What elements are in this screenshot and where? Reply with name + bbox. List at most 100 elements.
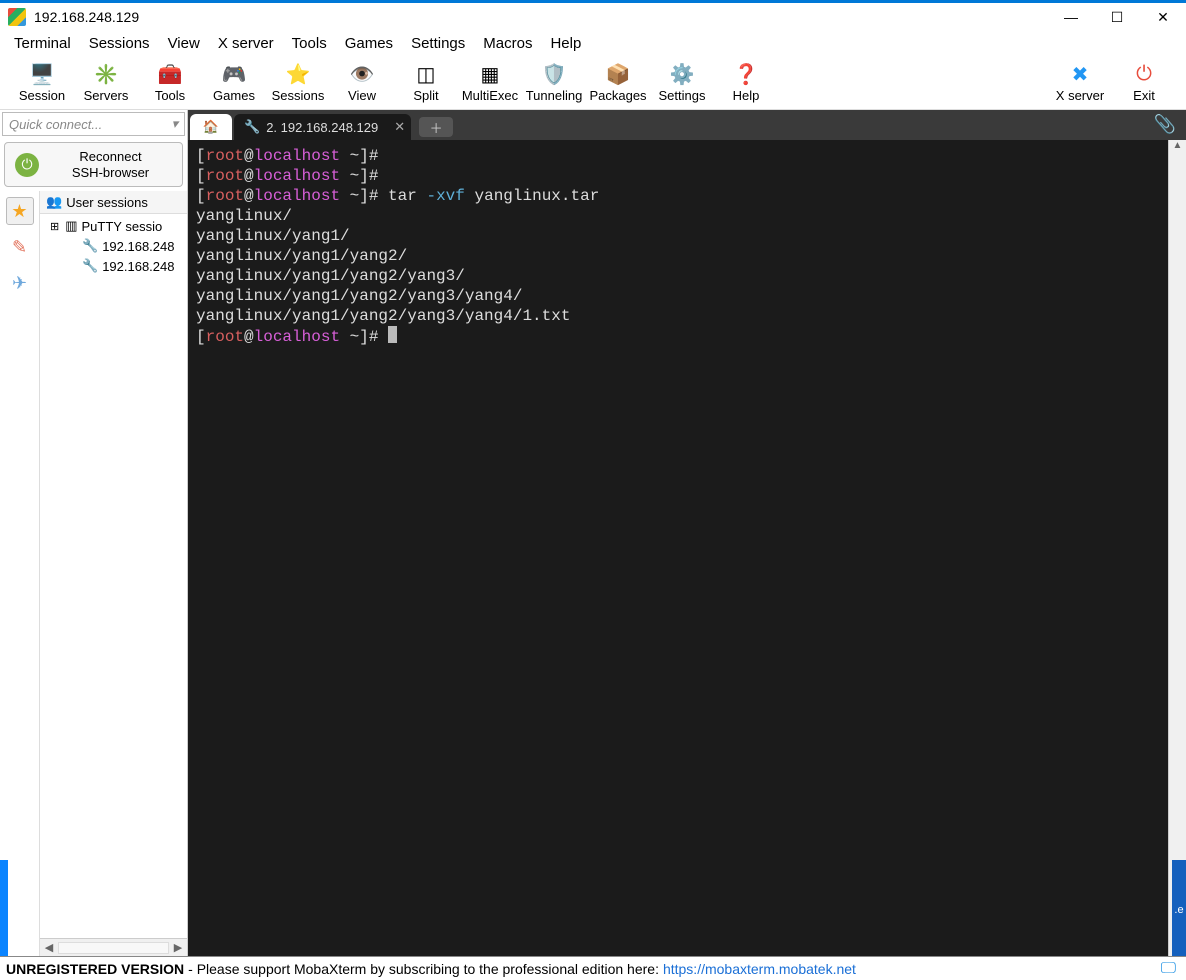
menu-x-server[interactable]: X server xyxy=(218,35,274,52)
tab-session[interactable]: 🔧 2. 192.168.248.129 ✕ xyxy=(234,114,411,140)
statusbar: UNREGISTERED VERSION - Please support Mo… xyxy=(0,956,1186,980)
scroll-left-icon[interactable]: ◀ xyxy=(40,941,58,954)
send-icon[interactable]: ✈ xyxy=(6,269,34,297)
menu-terminal[interactable]: Terminal xyxy=(14,35,71,52)
tool-split[interactable]: ◫Split xyxy=(394,60,458,105)
tool-label: Servers xyxy=(84,88,129,103)
menubar: Terminal Sessions View X server Tools Games Se… xyxy=(0,31,1186,58)
tool-label: Tools xyxy=(155,88,185,103)
tool-view[interactable]: 👁️ View xyxy=(330,60,394,105)
minimize-button[interactable]: — xyxy=(1048,3,1094,31)
tab-home[interactable]: 🏠 xyxy=(190,114,232,140)
tree-item[interactable]: 🔧192.168.248 xyxy=(40,256,187,276)
tool-multiexec[interactable]: ▦ MultiExec xyxy=(458,60,522,105)
session-icon: ▥ xyxy=(65,218,77,234)
tool-tools[interactable]: 🧰 Tools xyxy=(138,60,202,105)
tree-item-label: 192.168.248 xyxy=(102,259,174,274)
x-server-icon: ✖ xyxy=(1066,62,1094,86)
terminal[interactable]: [root@localhost ~]# [root@localhost ~]# … xyxy=(188,140,1168,956)
menu-games[interactable]: Games xyxy=(345,35,393,52)
tabstrip: 🏠 🔧 2. 192.168.248.129 ✕ ＋ 📎 xyxy=(188,110,1186,140)
session-icon: 🖥️ xyxy=(28,62,56,86)
app-icon xyxy=(8,8,26,26)
maximize-button[interactable]: ☐ xyxy=(1094,3,1140,31)
tool-label: Help xyxy=(733,88,760,103)
tree-item[interactable]: 🔧192.168.248 xyxy=(40,236,187,256)
tool-games[interactable]: 🎮 Games xyxy=(202,60,266,105)
content-area: 🏠 🔧 2. 192.168.248.129 ✕ ＋ 📎 [root@local… xyxy=(188,110,1186,956)
tool-label: Sessions xyxy=(272,88,325,103)
tool-label: Games xyxy=(213,88,255,103)
monitor-icon[interactable]: 🖵 xyxy=(1161,960,1180,978)
exit-icon: ⏻ xyxy=(1130,62,1158,86)
folder-icon: 👥 xyxy=(46,194,62,210)
tree-item-label: PuTTY sessio xyxy=(82,219,163,234)
tools-icon[interactable]: ✎ xyxy=(6,233,34,261)
reconnect-label-1: Reconnect xyxy=(49,149,172,165)
paperclip-icon[interactable]: 📎 xyxy=(1154,114,1176,135)
games-icon: 🎮 xyxy=(220,62,248,86)
menu-macros[interactable]: Macros xyxy=(483,35,532,52)
tool-packages[interactable]: 📦 Packages xyxy=(586,60,650,105)
window-title: 192.168.248.129 xyxy=(34,9,139,25)
tool-sessions[interactable]: ⭐ Sessions xyxy=(266,60,330,105)
menu-view[interactable]: View xyxy=(168,35,200,52)
tools-icon: 🧰 xyxy=(156,62,184,86)
session-icon: 🔧 xyxy=(82,238,98,254)
tool-label: Session xyxy=(19,88,65,103)
packages-icon: 📦 xyxy=(604,62,632,86)
tab-new[interactable]: ＋ xyxy=(419,117,453,137)
menu-sessions[interactable]: Sessions xyxy=(89,35,150,52)
power-icon: ⏻ xyxy=(15,153,39,177)
toolbar: 🖥️ Session ✳️Servers 🧰 Tools 🎮 Games ⭐ Sessions 👁… xyxy=(0,58,1186,110)
tool-exit[interactable]: ⏻ Exit xyxy=(1112,60,1176,105)
tool-label: Exit xyxy=(1133,88,1155,103)
tool-label: MultiExec xyxy=(462,88,518,103)
help-icon: ❓ xyxy=(732,62,760,86)
reconnect-label-2: SSH-browser xyxy=(49,165,172,181)
tool-label: X server xyxy=(1056,88,1104,103)
horizontal-scrollbar[interactable]: ◀ ▶ xyxy=(40,938,187,956)
quick-connect-input[interactable]: Quick connect... ▾ xyxy=(2,112,185,136)
split-icon: ◫ xyxy=(412,62,440,86)
scroll-up-icon[interactable]: ▲ xyxy=(1169,140,1186,158)
menu-settings[interactable]: Settings xyxy=(411,35,465,52)
tool-help[interactable]: ❓ Help xyxy=(714,60,778,105)
status-link[interactable]: https://mobaxterm.mobatek.net xyxy=(663,961,856,977)
tool-servers[interactable]: ✳️Servers xyxy=(74,60,138,105)
menu-help[interactable]: Help xyxy=(550,35,581,52)
chevron-down-icon[interactable]: ▾ xyxy=(171,116,178,132)
sessions-icon: ⭐ xyxy=(284,62,312,86)
tool-x-server[interactable]: ✖ X server xyxy=(1048,60,1112,105)
tool-session[interactable]: 🖥️ Session xyxy=(10,60,74,105)
close-button[interactable]: ✕ xyxy=(1140,3,1186,31)
star-icon[interactable]: ★ xyxy=(6,197,34,225)
expand-icon[interactable]: ⊞ xyxy=(50,220,59,233)
tool-label: View xyxy=(348,88,376,103)
titlebar: 192.168.248.129 — ☐ ✕ xyxy=(0,3,1186,31)
menu-tools[interactable]: Tools xyxy=(292,35,327,52)
status-message: - Please support MobaXterm by subscribin… xyxy=(188,961,659,977)
tree-item[interactable]: ⊞ ▥ PuTTY sessio xyxy=(40,216,187,236)
tool-label: Packages xyxy=(589,88,646,103)
settings-icon: ⚙️ xyxy=(668,62,696,86)
left-edge-strip xyxy=(0,860,8,956)
quick-connect-placeholder: Quick connect... xyxy=(9,117,102,132)
tool-tunneling[interactable]: 🛡️ Tunneling xyxy=(522,60,586,105)
home-icon: 🏠 xyxy=(203,119,219,135)
tree-header-label: User sessions xyxy=(66,195,148,210)
multiexec-icon: ▦ xyxy=(476,62,504,86)
vertical-scrollbar[interactable]: ▲ ▼ xyxy=(1168,140,1186,956)
tool-label: Tunneling xyxy=(526,88,583,103)
session-icon: 🔧 xyxy=(244,119,260,135)
scroll-right-icon[interactable]: ▶ xyxy=(169,941,187,954)
unregistered-label: UNREGISTERED VERSION xyxy=(6,961,184,977)
tree-header[interactable]: 👥 User sessions xyxy=(40,191,187,214)
tool-label: Settings xyxy=(659,88,706,103)
reconnect-button[interactable]: ⏻ Reconnect SSH-browser xyxy=(4,142,183,187)
tab-label: 2. 192.168.248.129 xyxy=(266,120,378,135)
tunneling-icon: 🛡️ xyxy=(540,62,568,86)
tool-settings[interactable]: ⚙️ Settings xyxy=(650,60,714,105)
tab-close-icon[interactable]: ✕ xyxy=(394,119,405,135)
view-icon: 👁️ xyxy=(348,62,376,86)
